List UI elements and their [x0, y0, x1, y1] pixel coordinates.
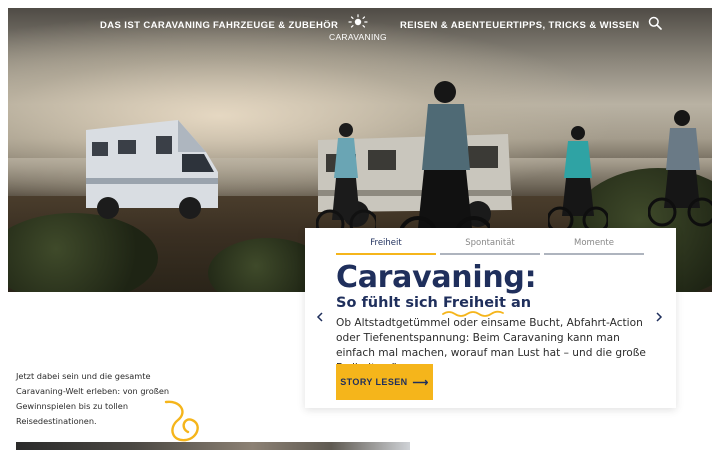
- nav-link-tipps-tricks-wissen[interactable]: TIPPS, TRICKS & WISSEN: [513, 20, 640, 31]
- tab-freiheit[interactable]: Freiheit: [336, 238, 436, 255]
- subtitle-suffix: an: [511, 295, 532, 311]
- story-title: Caravaning:: [336, 260, 537, 295]
- slider-next-button[interactable]: [653, 312, 665, 324]
- tab-spontanitaet[interactable]: Spontanität: [440, 238, 540, 255]
- slider-prev-button[interactable]: [314, 312, 326, 324]
- nav-link-reisen-abenteuer[interactable]: REISEN & ABENTEUER: [400, 20, 513, 31]
- sun-icon: [348, 14, 368, 28]
- chevron-right-icon: [656, 312, 663, 322]
- bottom-teaser-image: [16, 442, 410, 450]
- subtitle-highlight: Freiheit: [442, 295, 506, 317]
- hero-camper-van: [86, 120, 218, 219]
- cta-label: STORY LESEN: [340, 377, 408, 387]
- story-tabs: Freiheit Spontanität Momente: [336, 238, 644, 255]
- hero-cyclist: [548, 126, 608, 234]
- subtitle-prefix: So fühlt sich: [336, 295, 438, 311]
- main-navigation: DAS IST CARAVANING FAHRZEUGE & ZUBEHÖR C…: [8, 8, 712, 48]
- caravaning-logo[interactable]: CARAVANING: [326, 14, 390, 42]
- logo-text: CARAVANING: [329, 32, 387, 42]
- story-subtitle: So fühlt sich Freiheit an: [336, 295, 532, 317]
- search-icon: [648, 16, 662, 30]
- nav-link-fahrzeuge-zubehoer[interactable]: FAHRZEUGE & ZUBEHÖR: [213, 20, 338, 31]
- hero-cyclist: [316, 123, 376, 239]
- story-lesen-button[interactable]: STORY LESEN ⟶: [336, 364, 433, 400]
- story-card: Freiheit Spontanität Momente Caravaning:…: [305, 228, 676, 408]
- arrow-right-icon: ⟶: [412, 376, 429, 389]
- nav-link-das-ist-caravaning[interactable]: DAS IST CARAVANING: [100, 20, 210, 31]
- search-button[interactable]: [648, 16, 664, 32]
- tab-momente[interactable]: Momente: [544, 238, 644, 255]
- chevron-left-icon: [316, 312, 323, 322]
- hero-cyclist: [648, 110, 712, 227]
